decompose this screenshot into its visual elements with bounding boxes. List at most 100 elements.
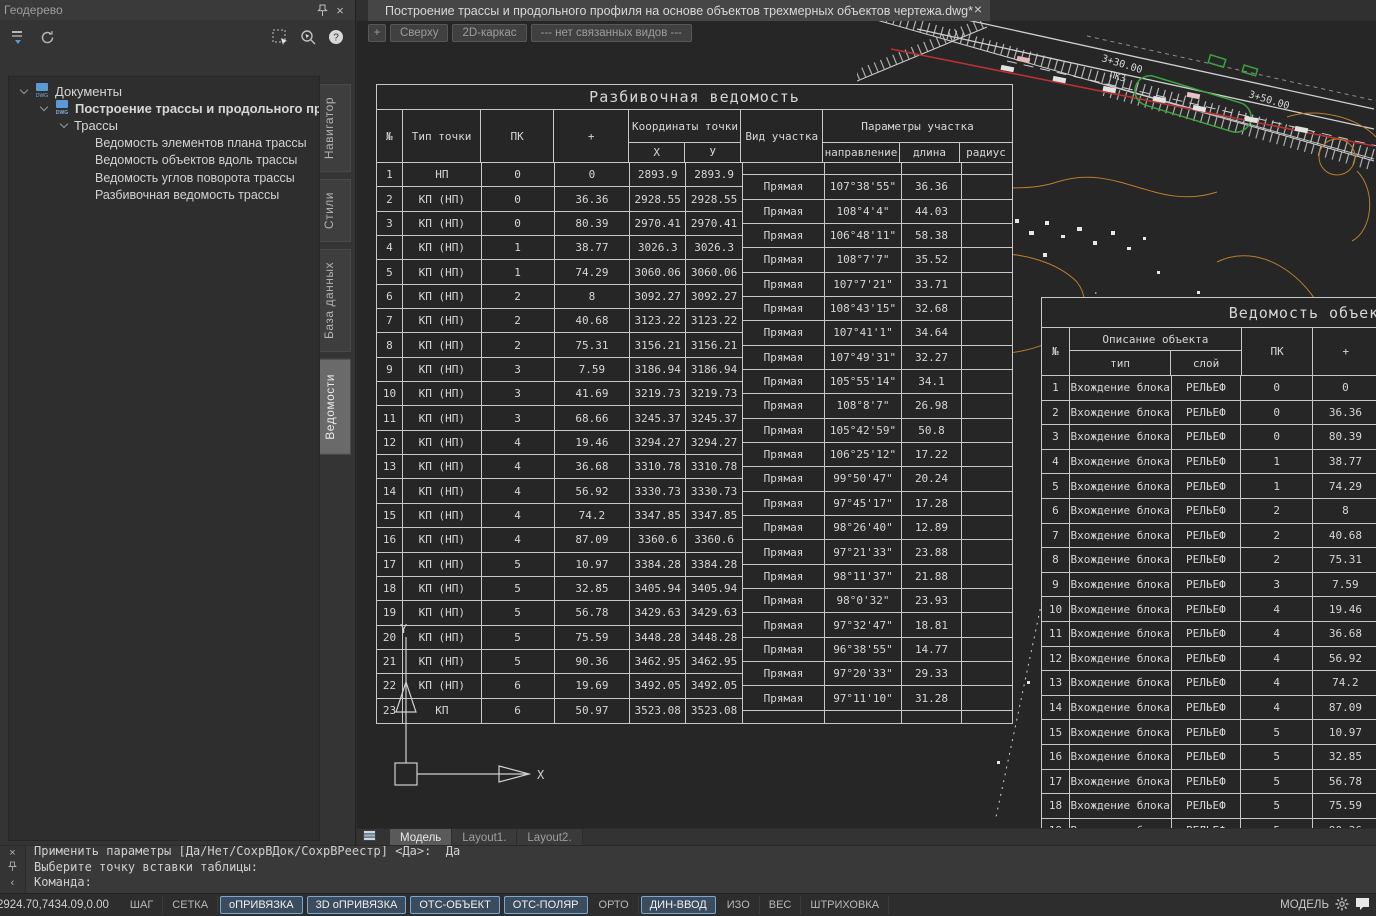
tree-item-trassy[interactable]: Трассы: [9, 117, 319, 134]
cell: 2: [482, 309, 555, 332]
layout-tab[interactable]: Модель: [390, 829, 452, 846]
cell: 80.39: [555, 212, 631, 235]
cell: 1: [1241, 474, 1313, 498]
cell: 3156.21: [630, 333, 686, 356]
tree-item-report[interactable]: Ведомость объектов вдоль трассы: [9, 152, 319, 170]
status-toggle[interactable]: СЕТКА: [163, 896, 218, 914]
command-panel-controls: × ‹: [0, 846, 26, 893]
view-control-button[interactable]: Сверху: [390, 24, 448, 42]
command-history[interactable]: Применить параметры [Да/Нет/СохрВДок/Сох…: [26, 846, 1376, 893]
cell: 17.22: [902, 443, 962, 466]
collapse-icon[interactable]: ‹: [11, 877, 15, 890]
status-toggle[interactable]: ШАГ: [121, 896, 163, 914]
table-row: 8КП (НП)275.313156.213156.21: [377, 333, 742, 357]
cell: 20: [377, 626, 403, 649]
cell: КП (НП): [403, 187, 482, 210]
status-toggle[interactable]: ИЗО: [718, 896, 760, 914]
sheet-list-icon[interactable]: [363, 828, 376, 846]
segment-row: Прямая98°11'37"21.88: [743, 565, 1013, 589]
select-area-icon[interactable]: [271, 28, 289, 46]
cell: 2928.55: [686, 187, 742, 210]
panel-tab[interactable]: Навигатор: [320, 84, 351, 172]
cell: 7.59: [1313, 573, 1376, 597]
panel-tab[interactable]: Стили: [320, 179, 351, 242]
table-row: 11Вхождение блокаРЕЛЬЕФ436.68: [1042, 622, 1376, 647]
cell: 0: [482, 212, 555, 235]
pin-icon[interactable]: [8, 861, 17, 876]
status-toggle[interactable]: ШТРИХОВКА: [801, 896, 889, 914]
refresh-icon[interactable]: [38, 28, 56, 46]
view-control-button[interactable]: +: [368, 24, 386, 42]
column-header: Параметры участка: [823, 110, 1012, 143]
panel-tab[interactable]: Ведомости: [320, 359, 351, 455]
cell: [962, 419, 1013, 442]
stakeout-table-header: № Тип точки ПК + Координаты точки X У Ви…: [377, 110, 1012, 163]
notification-icon[interactable]: [1355, 897, 1370, 913]
view-control-button[interactable]: 2D-каркас: [452, 24, 526, 42]
document-tab[interactable]: Построение трассы и продольного профиля …: [368, 0, 990, 21]
objects-table-title: Ведомость объектов: [1042, 298, 1376, 328]
layers-dropdown-icon[interactable]: [10, 28, 28, 46]
cell: РЕЛЬЕФ: [1172, 622, 1242, 646]
cell: Прямая: [743, 686, 825, 709]
status-toggle[interactable]: ОТС-ПОЛЯР: [504, 896, 588, 914]
zoom-to-object-icon[interactable]: [299, 28, 317, 46]
view-control-button[interactable]: --- нет связанных видов ---: [531, 24, 692, 42]
chevron-down-icon[interactable]: [20, 86, 28, 94]
cell: 3330.73: [630, 479, 686, 502]
layout-tab[interactable]: Layout1.: [452, 829, 517, 846]
status-toggle[interactable]: ОТС-ОБЪЕКТ: [410, 896, 499, 914]
tree-item-report[interactable]: Разбивочная ведомость трассы: [9, 187, 319, 205]
cell: 8: [555, 285, 631, 308]
cell: 10.97: [555, 553, 631, 576]
help-icon[interactable]: ?: [327, 28, 345, 46]
drawing-viewport[interactable]: +Сверху2D-каркас --- нет связанных видов …: [357, 21, 1376, 828]
cell: 1: [1241, 450, 1313, 474]
table-row: 10Вхождение блокаРЕЛЬЕФ419.46: [1042, 597, 1376, 622]
cell: 3462.95: [686, 650, 742, 673]
status-toggle[interactable]: ОРТО: [590, 896, 639, 914]
cell: 75.59: [555, 626, 631, 649]
segment-row: Прямая105°55'14"34.1: [743, 370, 1013, 394]
status-toggle[interactable]: 3D оПРИВЯЗКА: [307, 896, 407, 914]
document-area: Построение трассы и продольного профиля …: [357, 0, 1376, 845]
cell: 16: [377, 528, 403, 551]
cell: [962, 711, 1013, 723]
close-document-icon[interactable]: ×: [974, 1, 982, 17]
stakeout-table: Разбивочная ведомость № Тип точки ПК + К…: [376, 84, 1013, 724]
gear-icon[interactable]: [1335, 897, 1349, 914]
cell: 3347.85: [686, 504, 742, 527]
cell: 99°50'47": [825, 467, 902, 490]
tree-item-report[interactable]: Ведомость углов поворота трассы: [9, 169, 319, 187]
close-panel-icon[interactable]: ×: [331, 1, 349, 19]
cell: [962, 175, 1013, 198]
command-prompt[interactable]: Команда:: [34, 875, 1368, 891]
chevron-down-icon[interactable]: [40, 103, 48, 111]
status-toggle[interactable]: ВЕС: [760, 896, 802, 914]
cell: КП (НП): [403, 406, 482, 429]
chevron-down-icon[interactable]: [60, 120, 68, 128]
table-row: 4КП (НП)138.773026.33026.3: [377, 236, 742, 260]
cell: 34.1: [902, 370, 962, 393]
tree-label: Документы: [55, 84, 122, 99]
cell: РЕЛЬЕФ: [1172, 819, 1242, 828]
cell: 56.92: [555, 479, 631, 502]
close-icon[interactable]: ×: [9, 847, 15, 860]
cell: 11: [377, 406, 403, 429]
cell: 3: [482, 406, 555, 429]
status-toggle[interactable]: оПРИВЯЗКА: [220, 896, 303, 914]
status-toggle[interactable]: ДИН-ВВОД: [641, 896, 716, 914]
cell: Прямая: [743, 613, 825, 636]
cell: [962, 565, 1013, 588]
tree-item-document[interactable]: DWG Построение трассы и продольного про.…: [9, 100, 319, 117]
pin-icon[interactable]: [313, 1, 331, 19]
tree-item-report[interactable]: Ведомость элементов плана трассы: [9, 134, 319, 152]
command-line-panel: × ‹ Применить параметры [Да/Нет/СохрВДок…: [0, 845, 1376, 893]
layout-tab[interactable]: Layout2.: [517, 829, 582, 846]
table-row: 11КП (НП)368.663245.373245.37: [377, 406, 742, 430]
table-row: 15Вхождение блокаРЕЛЬЕФ510.97: [1042, 720, 1376, 745]
panel-tab[interactable]: База данных: [320, 249, 351, 352]
space-mode-button[interactable]: МОДЕЛЬ: [1280, 899, 1329, 911]
table-row: 17Вхождение блокаРЕЛЬЕФ556.78: [1042, 770, 1376, 795]
tree-item-documents[interactable]: DWG Документы: [9, 83, 319, 100]
